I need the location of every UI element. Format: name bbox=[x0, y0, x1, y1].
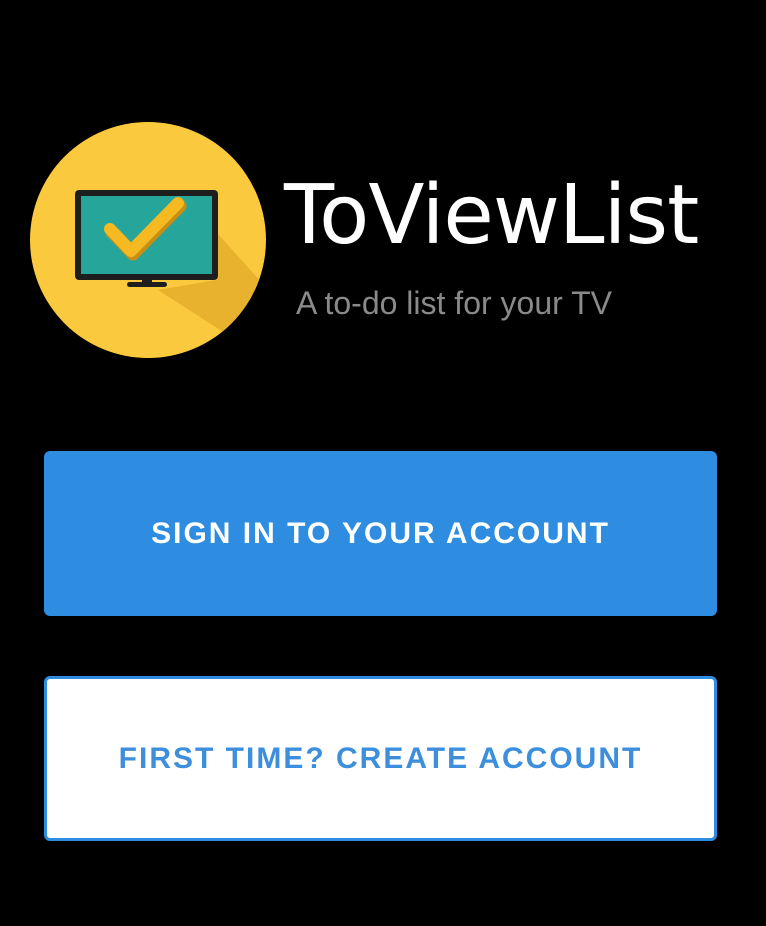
create-account-button[interactable]: FIRST TIME? CREATE ACCOUNT bbox=[44, 676, 717, 841]
tv-stand bbox=[127, 282, 167, 287]
app-logo bbox=[30, 122, 266, 358]
app-title: ToViewList bbox=[284, 168, 699, 263]
tv-checkmark-icon bbox=[30, 122, 266, 358]
app-tagline: A to-do list for your TV bbox=[296, 285, 612, 321]
sign-in-button[interactable]: SIGN IN TO YOUR ACCOUNT bbox=[44, 451, 717, 616]
